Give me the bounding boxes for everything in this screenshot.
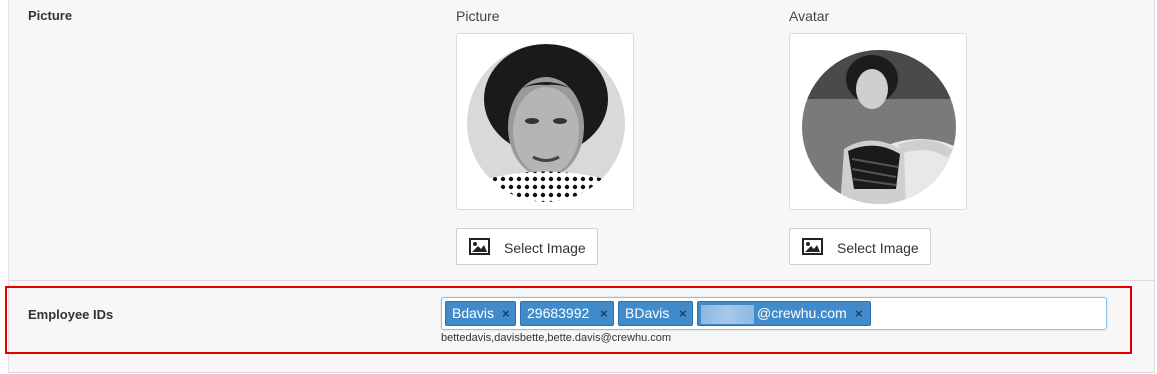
avatar-caption: Avatar: [789, 8, 830, 24]
tag-text: 29683992: [527, 305, 590, 321]
tag-remove-icon[interactable]: ×: [600, 302, 608, 325]
select-avatar-button[interactable]: Select Image: [789, 228, 931, 265]
portrait-photo: [467, 44, 625, 202]
row-divider: [8, 280, 1155, 281]
select-avatar-label: Select Image: [837, 240, 919, 256]
picture-field-label: Picture: [28, 8, 73, 23]
image-icon: [802, 238, 823, 258]
redacted-text: [701, 305, 754, 324]
avatar-thumbnail: [789, 33, 967, 210]
image-icon: [469, 238, 490, 258]
tag-text: BDavis: [625, 305, 670, 321]
tag-item: Bdavis ×: [445, 301, 516, 326]
employee-ids-label: Employee IDs: [28, 307, 114, 322]
tag-item: @crewhu.com ×: [697, 301, 871, 326]
picture-caption: Picture: [456, 8, 500, 24]
tag-item: 29683992 ×: [520, 301, 614, 326]
tag-item: BDavis ×: [618, 301, 693, 326]
select-picture-button[interactable]: Select Image: [456, 228, 598, 265]
tag-remove-icon[interactable]: ×: [502, 302, 510, 325]
avatar-photo: [802, 50, 956, 204]
employee-ids-tag-input[interactable]: Bdavis × 29683992 × BDavis × @crewhu.com…: [441, 297, 1107, 330]
picture-thumbnail: [456, 33, 634, 210]
select-picture-label: Select Image: [504, 240, 586, 256]
tag-text: Bdavis: [452, 305, 495, 321]
employee-ids-hint: bettedavis,davisbette,bette.davis@crewhu…: [441, 332, 672, 344]
tag-text: @crewhu.com: [757, 305, 847, 321]
tag-remove-icon[interactable]: ×: [679, 302, 687, 325]
tag-remove-icon[interactable]: ×: [855, 302, 863, 325]
